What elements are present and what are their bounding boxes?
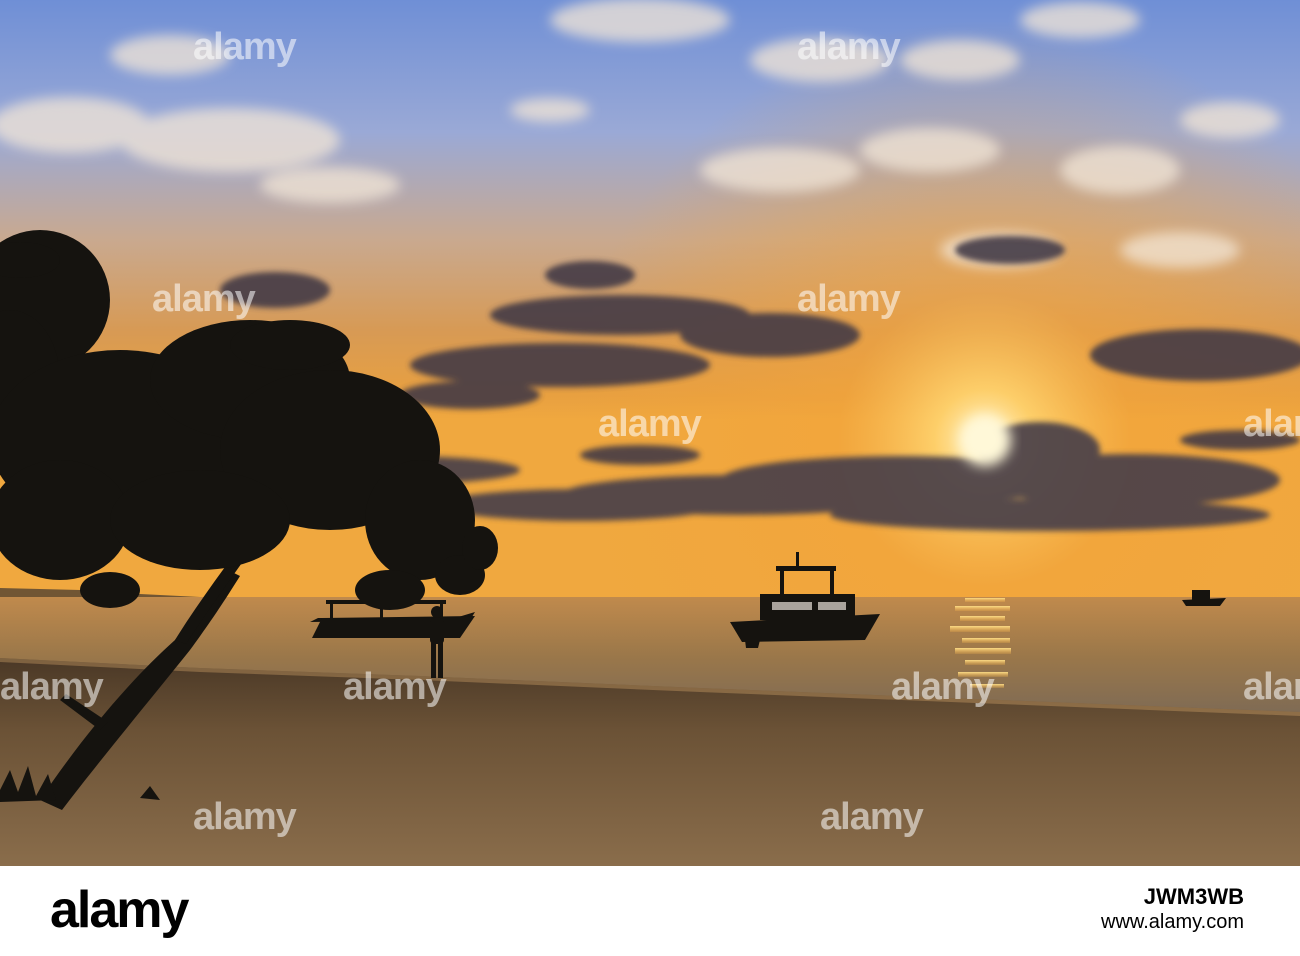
sun (959, 414, 1011, 466)
image-id: JWM3WB (1143, 884, 1244, 909)
photo-scene (0, 0, 1300, 866)
alamy-logo: alamy (50, 881, 189, 939)
footer-image-info: JWM3WB www.alamy.com (1101, 884, 1244, 934)
sunset-beach-photo: alamy alamy alamy alamy alamy alamy alam… (0, 0, 1300, 866)
boat-center-windows (772, 602, 846, 610)
footer-bar: alamy JWM3WB www.alamy.com (0, 866, 1300, 956)
site-url: www.alamy.com (1101, 911, 1244, 934)
